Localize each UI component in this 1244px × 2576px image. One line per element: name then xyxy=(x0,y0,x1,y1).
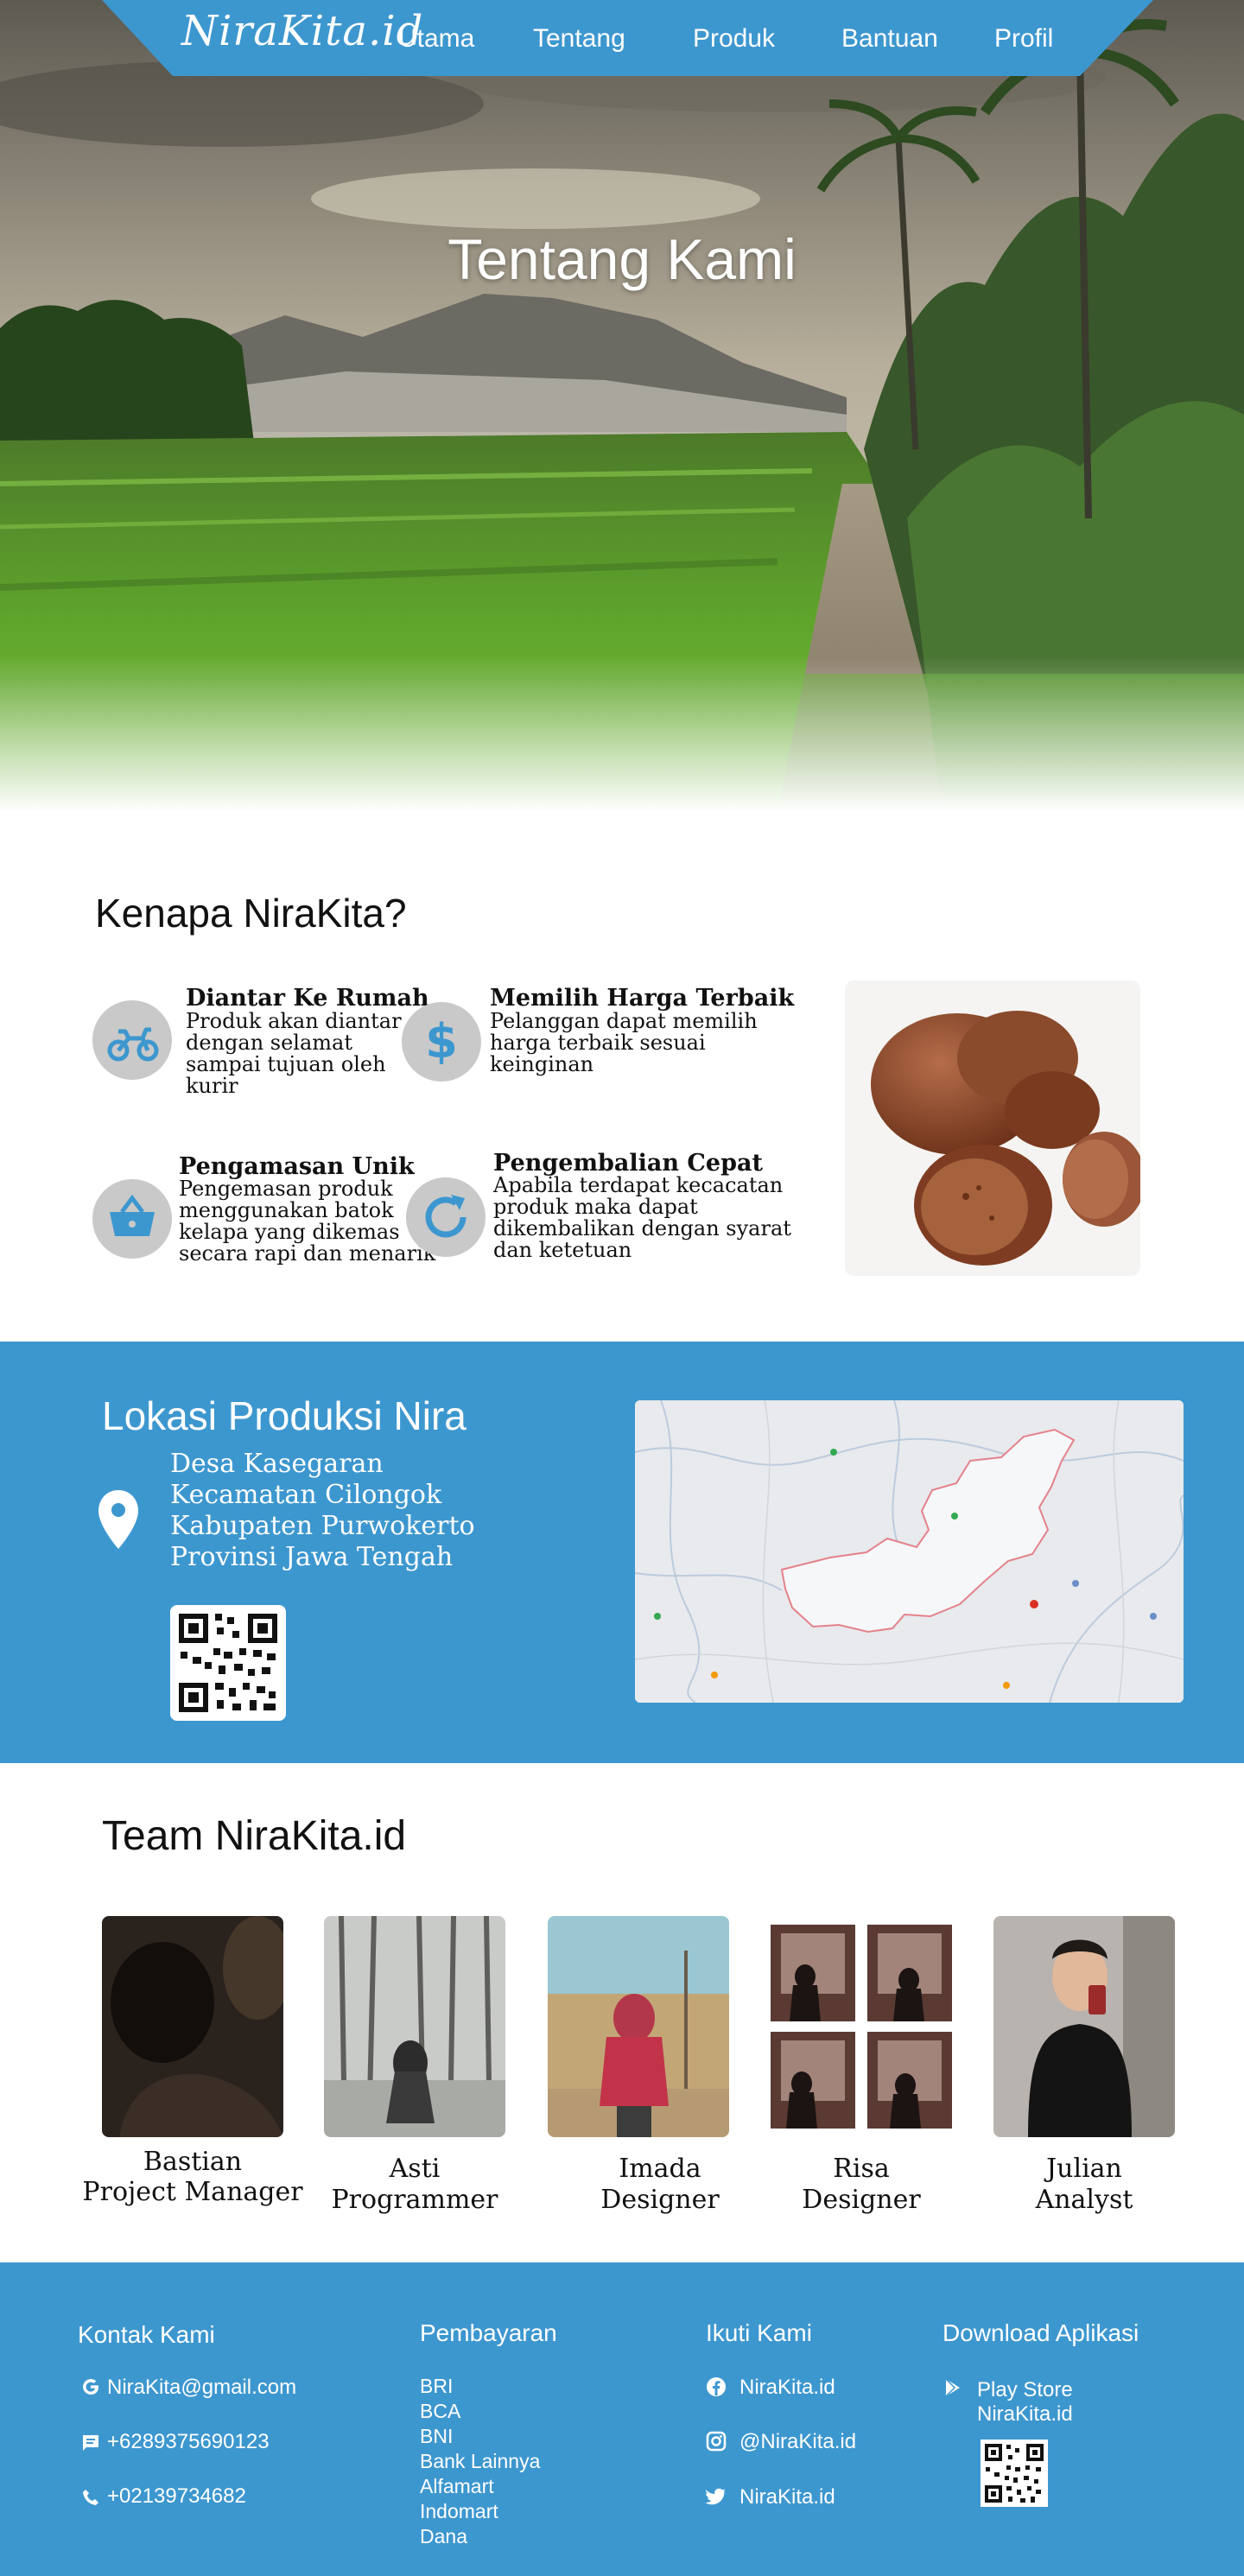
payment-item: BCA xyxy=(420,2400,461,2422)
team-photo-bastian xyxy=(102,1916,283,2137)
play-store-icon xyxy=(945,2378,960,2397)
instagram-link[interactable]: @NiraKita.id xyxy=(739,2430,856,2454)
address-line-regency: Kabupaten Purwokerto xyxy=(170,1511,475,1541)
facebook-icon xyxy=(707,2377,726,2396)
instagram-icon xyxy=(706,2431,727,2452)
payment-item: Dana xyxy=(420,2525,467,2547)
nav-item-bantuan[interactable]: Bantuan xyxy=(841,24,938,54)
payment-item: Indomart xyxy=(420,2500,498,2522)
location-map[interactable] xyxy=(635,1400,1184,1703)
payment-item: Bank Lainnya xyxy=(420,2450,541,2472)
team-photo-risa xyxy=(771,1916,952,2137)
feature-desc-delivery: Produk akan diantar dengan selamat sampa… xyxy=(186,1009,402,1098)
nirakita-logo[interactable]: NiraKita.id xyxy=(181,7,423,55)
member-role: Designer xyxy=(600,2185,720,2215)
basket-icon xyxy=(92,1179,172,1259)
team-photo-julian xyxy=(993,1916,1175,2137)
nav-item-tentang[interactable]: Tentang xyxy=(533,24,625,54)
team-photo-imada xyxy=(548,1916,729,2137)
feature-title-price: Memilih Harga Terbaik xyxy=(490,985,795,1012)
motorcycle-icon xyxy=(92,1000,172,1080)
member-role: Designer xyxy=(802,2185,921,2215)
footer-heading-follow: Ikuti Kami xyxy=(706,2319,812,2346)
address-line-district: Kecamatan Cilongok xyxy=(170,1480,442,1510)
hero-landscape-image xyxy=(0,0,1244,812)
phone-icon xyxy=(83,2490,98,2505)
top-navigation: NiraKita.id Utama Tentang Produk Bantuan… xyxy=(0,0,1244,78)
member-name: Bastian xyxy=(143,2147,243,2177)
feature-desc-return: Apabila terdapat kecacatan produk maka d… xyxy=(493,1173,791,1262)
feature-desc-price: Pelanggan dapat memilih harga terbaik se… xyxy=(490,1009,758,1076)
contact-email[interactable]: NiraKita@gmail.com xyxy=(107,2376,296,2400)
member-role: Programmer xyxy=(331,2185,498,2215)
dollar-icon: $ xyxy=(402,1002,481,1082)
palm-sugar-photo xyxy=(845,980,1140,1276)
hero-section: Tentang Kami NiraKita.id Utama Tentang P… xyxy=(0,0,1244,812)
team-title: Team NiraKita.id xyxy=(102,1813,407,1859)
app-qr-code[interactable] xyxy=(981,2440,1048,2507)
footer: Kontak Kami NiraKita@gmail.com +62893756… xyxy=(0,2262,1244,2576)
hero-title: Tentang Kami xyxy=(447,227,797,291)
feature-desc-packaging: Pengemasan produk menggunakan batok kela… xyxy=(179,1177,436,1266)
facebook-link[interactable]: NiraKita.id xyxy=(739,2376,835,2400)
why-title: Kenapa NiraKita? xyxy=(95,891,407,936)
message-icon xyxy=(83,2435,98,2451)
contact-phone[interactable]: +6289375690123 xyxy=(107,2430,270,2454)
payment-item: BNI xyxy=(420,2425,454,2447)
nav-item-utama[interactable]: Utama xyxy=(398,24,474,54)
svg-text:$: $ xyxy=(425,1014,458,1069)
footer-heading-contact: Kontak Kami xyxy=(78,2321,215,2348)
nav-item-profil[interactable]: Profil xyxy=(994,24,1053,54)
nav-item-produk[interactable]: Produk xyxy=(693,24,775,54)
location-title: Lokasi Produksi Nira xyxy=(102,1393,466,1438)
google-icon xyxy=(83,2379,98,2395)
payment-item: BRI xyxy=(420,2375,454,2397)
play-store-link[interactable]: Play Store xyxy=(977,2378,1073,2402)
location-qr-code[interactable] xyxy=(170,1605,286,1721)
member-name: Julian xyxy=(1046,2154,1122,2184)
member-name: Imada xyxy=(619,2154,701,2184)
refresh-icon xyxy=(406,1177,486,1257)
member-name: Risa xyxy=(833,2154,890,2184)
feature-title-delivery: Diantar Ke Rumah xyxy=(186,985,429,1012)
footer-heading-payment: Pembayaran xyxy=(420,2319,557,2346)
app-name[interactable]: NiraKita.id xyxy=(977,2402,1073,2427)
twitter-link[interactable]: NiraKita.id xyxy=(739,2485,835,2509)
member-role: Analyst xyxy=(1035,2185,1133,2215)
member-name: Asti xyxy=(389,2154,441,2184)
address-line-province: Provinsi Jawa Tengah xyxy=(170,1542,454,1572)
location-section: Lokasi Produksi Nira Desa Kasegaran Keca… xyxy=(0,1342,1244,1763)
twitter-icon xyxy=(706,2488,727,2505)
payment-item: Alfamart xyxy=(420,2475,494,2497)
footer-heading-download: Download Aplikasi xyxy=(943,2319,1139,2346)
map-pin-icon xyxy=(98,1490,138,1549)
address-line-village: Desa Kasegaran xyxy=(170,1449,384,1479)
team-photo-asti xyxy=(324,1916,505,2137)
member-role: Project Manager xyxy=(82,2177,303,2207)
contact-telephone[interactable]: +02139734682 xyxy=(107,2484,246,2509)
